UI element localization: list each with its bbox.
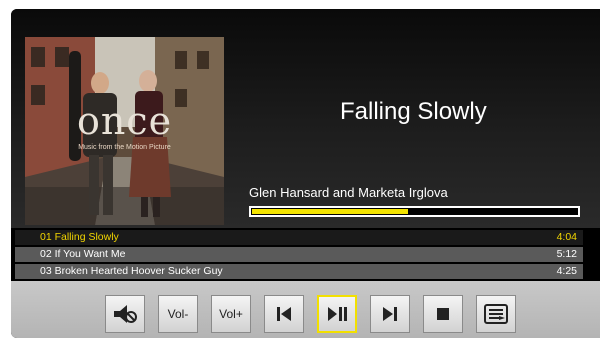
playlist-item-title: 01 Falling Slowly bbox=[40, 231, 119, 243]
playlist: 01 Falling Slowly 4:04 02 If You Want Me… bbox=[11, 228, 600, 281]
playlist-item-title: 03 Broken Hearted Hoover Sucker Guy bbox=[40, 265, 223, 277]
playlist-item-duration: 4:25 bbox=[556, 265, 577, 277]
volume-down-label: Vol- bbox=[167, 307, 189, 321]
media-player-screen: once Music from the Motion Picture Falli… bbox=[11, 9, 600, 338]
play-pause-icon bbox=[326, 305, 348, 323]
playlist-menu-button[interactable] bbox=[476, 295, 516, 333]
playback-toolbar: Vol- Vol+ bbox=[11, 281, 600, 338]
playlist-item[interactable]: 02 If You Want Me 5:12 bbox=[15, 247, 583, 262]
now-playing-title: Falling Slowly bbox=[340, 98, 487, 125]
now-playing-panel: once Music from the Motion Picture Falli… bbox=[11, 9, 600, 228]
playlist-item-duration: 5:12 bbox=[556, 248, 577, 260]
playback-progress-fill bbox=[252, 209, 408, 214]
playlist-item-duration: 4:04 bbox=[556, 231, 577, 243]
stop-button[interactable] bbox=[423, 295, 463, 333]
skip-next-icon bbox=[380, 305, 400, 323]
playlist-item[interactable]: 03 Broken Hearted Hoover Sucker Guy 4:25 bbox=[15, 264, 583, 279]
playback-progress-bar[interactable] bbox=[249, 206, 580, 217]
play-pause-button[interactable] bbox=[317, 295, 357, 333]
skip-previous-icon bbox=[274, 305, 294, 323]
volume-down-button[interactable]: Vol- bbox=[158, 295, 198, 333]
next-track-button[interactable] bbox=[370, 295, 410, 333]
speaker-mute-icon bbox=[112, 303, 138, 325]
now-playing-artist: Glen Hansard and Marketa Irglova bbox=[249, 185, 448, 200]
previous-track-button[interactable] bbox=[264, 295, 304, 333]
playlist-menu-icon bbox=[483, 303, 509, 325]
volume-up-button[interactable]: Vol+ bbox=[211, 295, 251, 333]
mute-button[interactable] bbox=[105, 295, 145, 333]
album-art-subtitle: Music from the Motion Picture bbox=[78, 144, 171, 151]
album-art-title: once bbox=[76, 99, 173, 143]
playlist-item-title: 02 If You Want Me bbox=[40, 248, 126, 260]
stop-icon bbox=[435, 306, 451, 322]
playlist-item[interactable]: 01 Falling Slowly 4:04 bbox=[15, 230, 583, 245]
volume-up-label: Vol+ bbox=[219, 307, 243, 321]
album-art: once Music from the Motion Picture bbox=[25, 37, 224, 225]
